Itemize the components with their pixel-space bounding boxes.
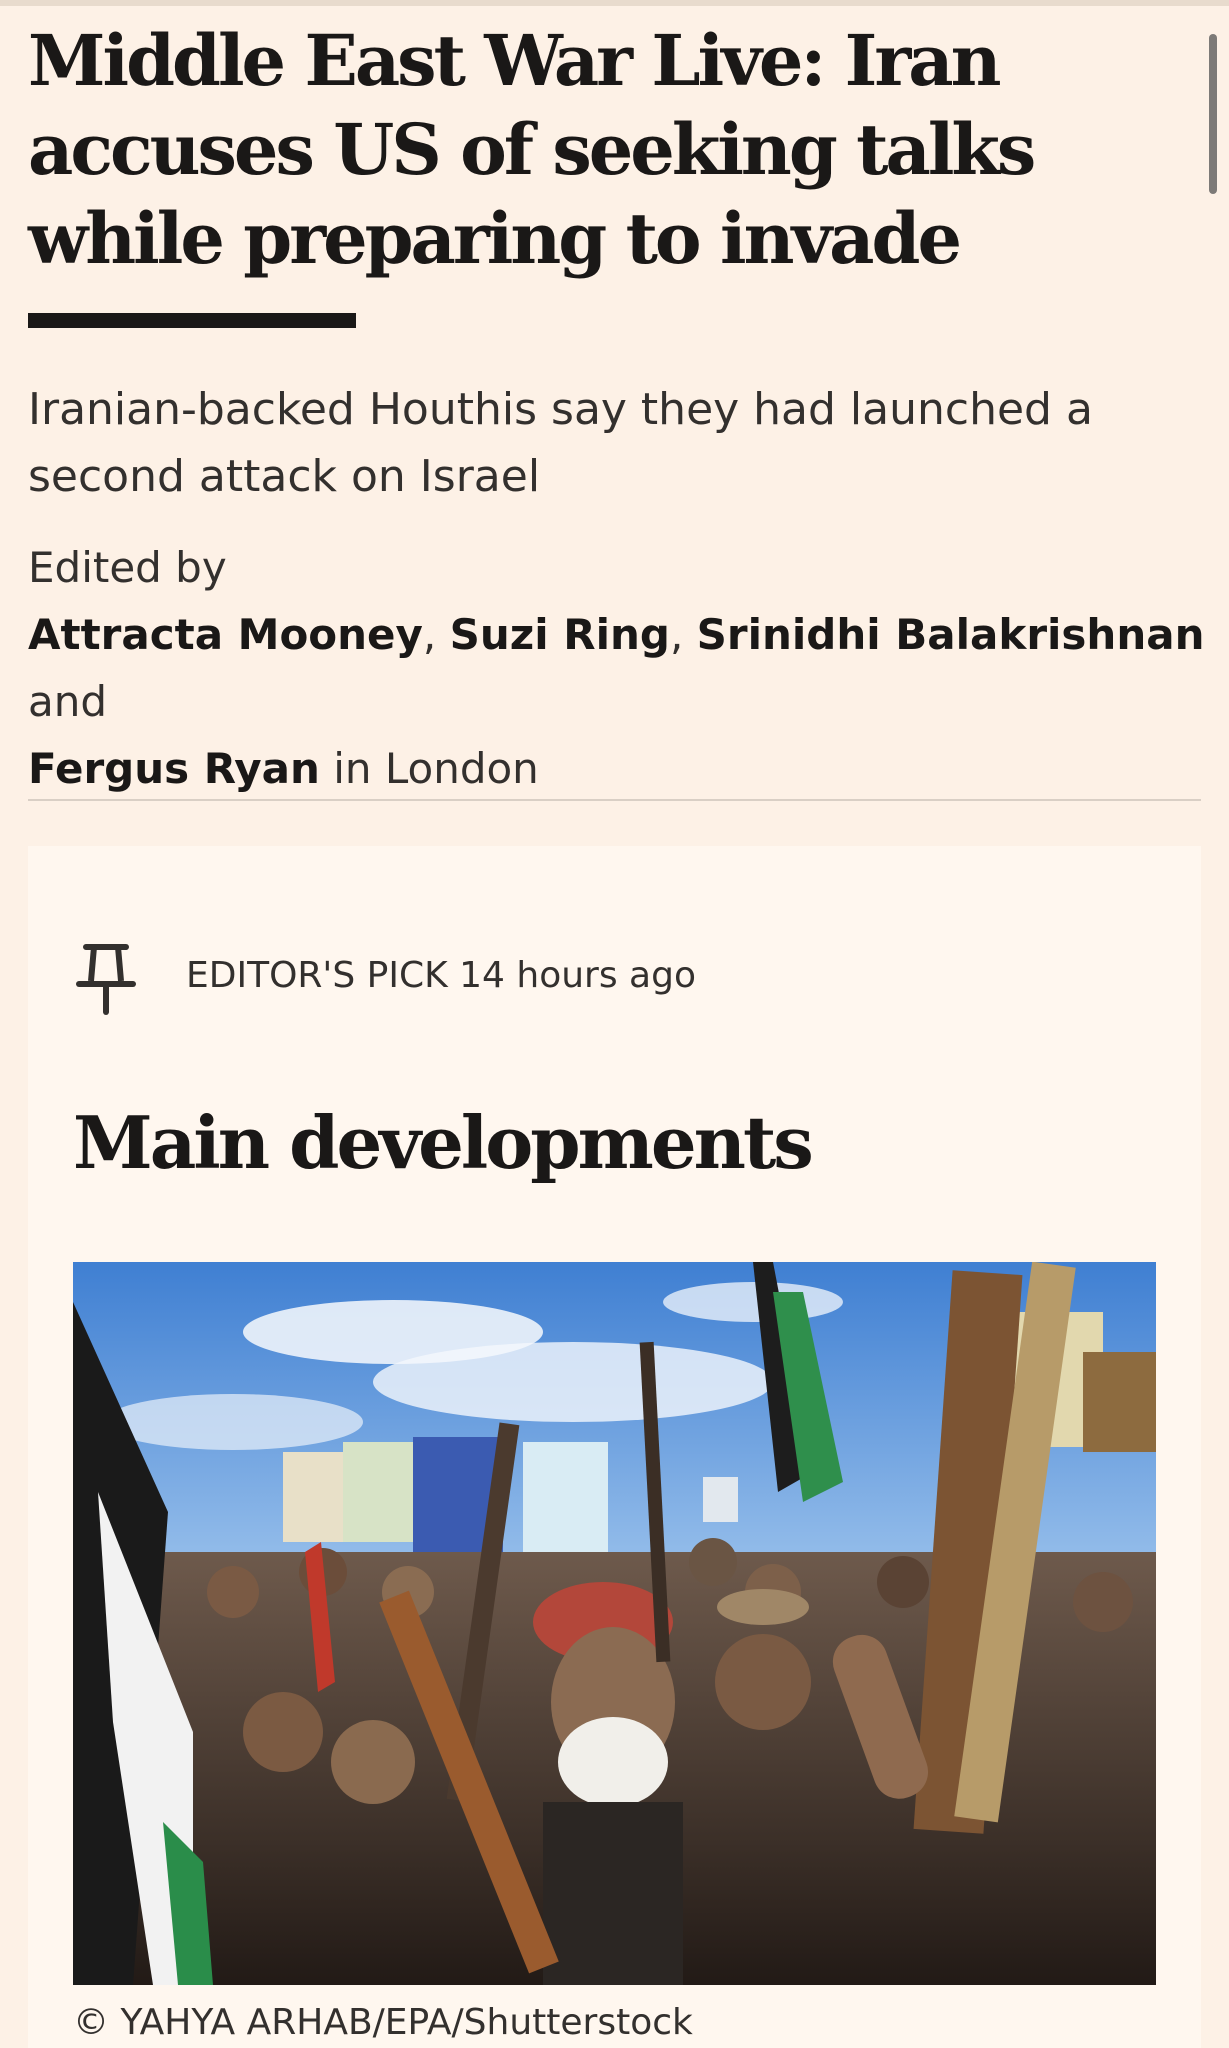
article-headline: Middle East War Live: Iran accuses US of…: [28, 19, 1036, 280]
top-rule: [0, 0, 1229, 6]
article-standfirst: Iranian-backed Houthis say they had laun…: [28, 384, 1093, 502]
post-title: Main developments: [73, 1100, 814, 1185]
author-byline: Attracta Mooney, Suzi Ring, Srinidhi Bal…: [28, 601, 1208, 802]
byline-location: in London: [319, 744, 539, 793]
section-divider: [28, 799, 1201, 801]
pinned-post-card: EDITOR'S PICK 14 hours ago Main developm…: [28, 846, 1201, 2048]
pin-icon: [76, 944, 136, 1015]
image-credit: © YAHYA ARHAB/EPA/Shutterstock: [73, 2002, 693, 2043]
post-timestamp: 14 hours ago: [459, 955, 696, 996]
editors-pick-label: EDITOR'S PICK: [186, 955, 448, 996]
scrollbar[interactable]: [1209, 34, 1217, 194]
author-separator: ,: [422, 610, 450, 659]
headline-accent-bar: [28, 313, 356, 328]
author-separator: ,: [669, 610, 697, 659]
editors-pick-meta: EDITOR'S PICK 14 hours ago: [186, 951, 696, 1001]
author-link[interactable]: Attracta Mooney: [28, 610, 423, 659]
edited-by-label: Edited by: [28, 543, 227, 592]
author-conjunction: and: [28, 677, 108, 726]
author-link[interactable]: Fergus Ryan: [28, 744, 320, 793]
author-link[interactable]: Suzi Ring: [450, 610, 670, 659]
author-link[interactable]: Srinidhi Balakrishnan: [697, 610, 1205, 659]
news-photo[interactable]: [73, 1262, 1156, 1985]
